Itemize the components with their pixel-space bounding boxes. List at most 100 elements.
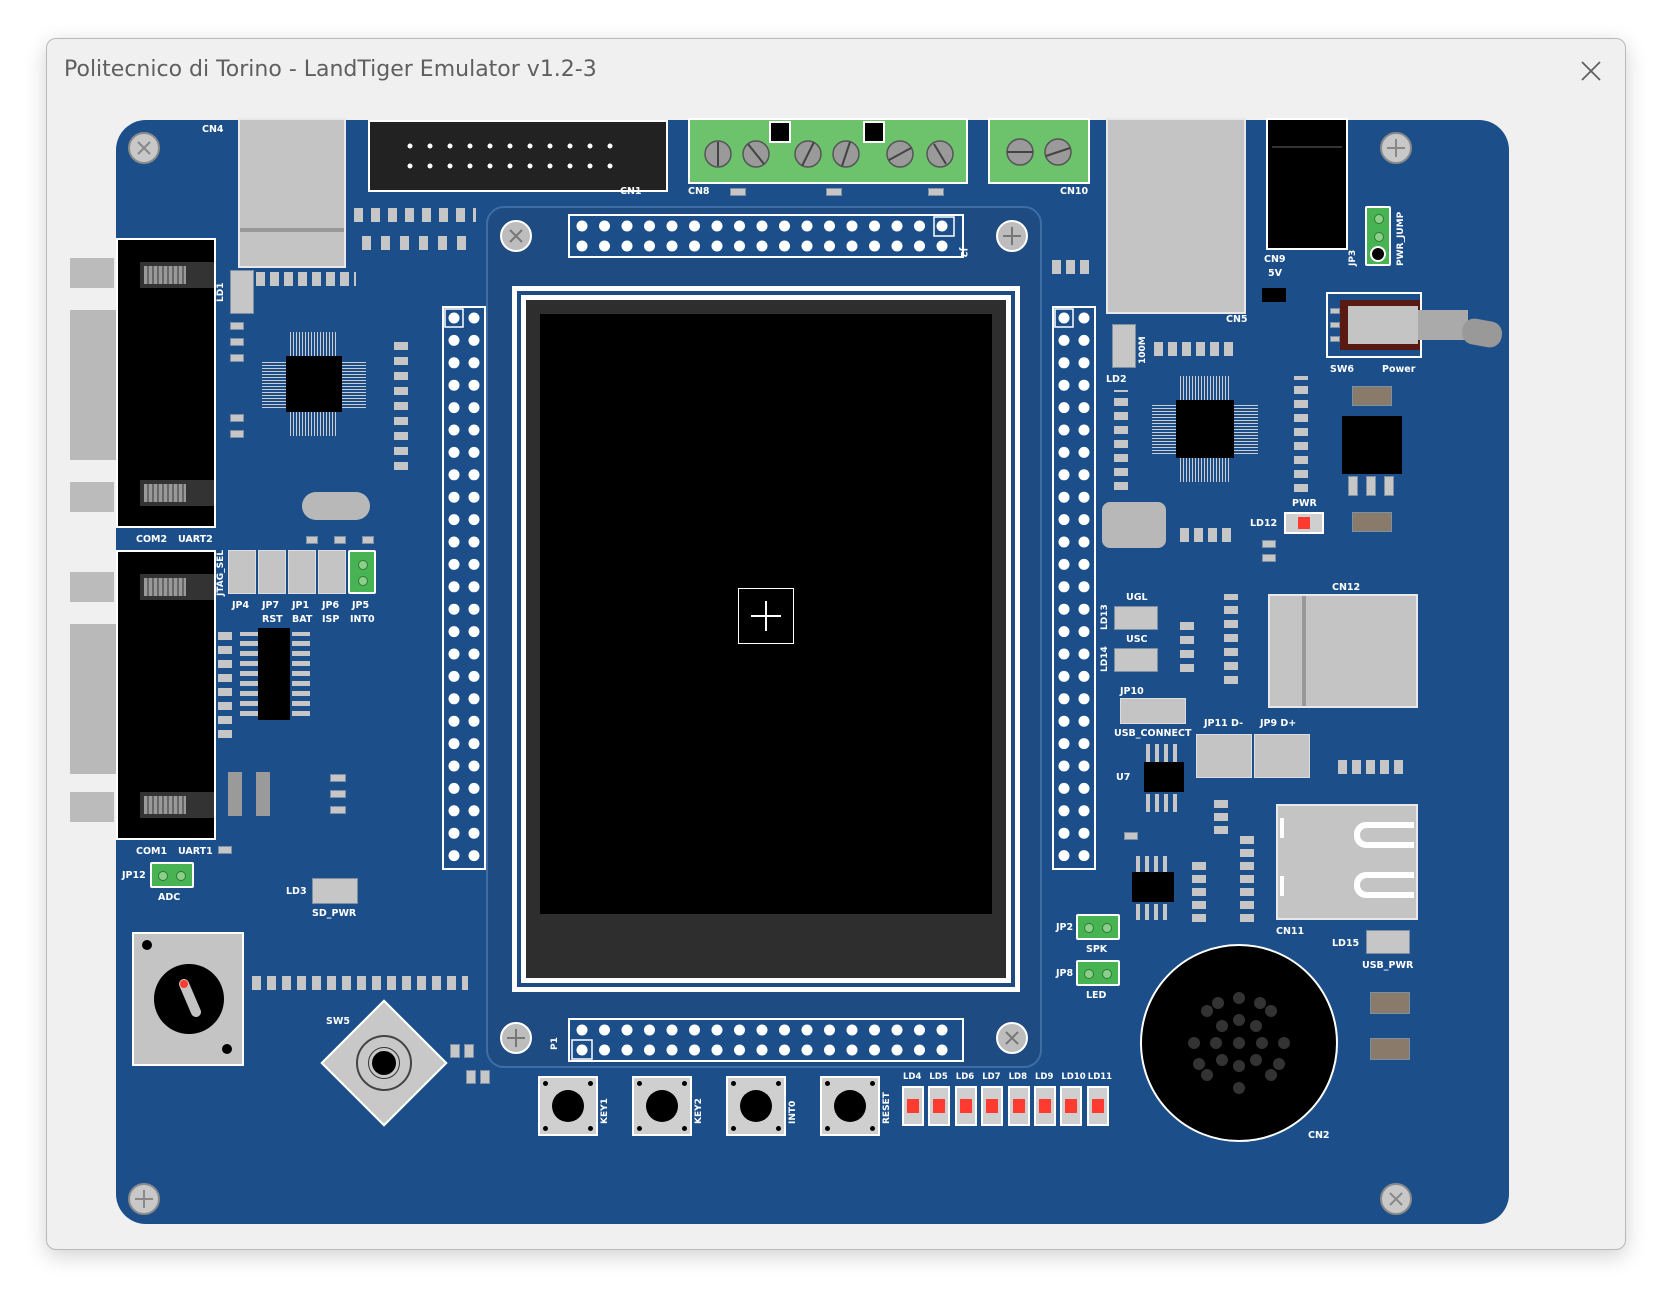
component xyxy=(256,772,270,816)
cn1-jtag-header xyxy=(368,120,668,192)
speaker-grille-icon xyxy=(1188,992,1290,1094)
cn11-usb-connector xyxy=(1276,804,1418,920)
spk-label: SPK xyxy=(1086,944,1108,955)
resistor-column xyxy=(1214,798,1228,834)
jp7-label: JP7 xyxy=(262,600,280,611)
capacitor xyxy=(1370,1038,1410,1060)
key2-button[interactable] xyxy=(632,1076,692,1136)
cn9-connector xyxy=(1266,118,1348,250)
sd-pwr-label: SD_PWR xyxy=(312,908,357,919)
power-switch-lever[interactable] xyxy=(1418,310,1468,340)
close-button[interactable] xyxy=(1571,51,1611,91)
ld15-label: LD15 xyxy=(1332,938,1360,949)
cn10-terminal-block xyxy=(988,118,1090,184)
led-ld6 xyxy=(954,1086,977,1126)
resistor-row xyxy=(362,236,468,250)
reset-button[interactable] xyxy=(820,1076,880,1136)
key1-button[interactable] xyxy=(538,1076,598,1136)
header-pins xyxy=(571,1024,948,1060)
pad xyxy=(450,1044,460,1058)
jp5-jumper[interactable] xyxy=(348,550,376,594)
resistor-column xyxy=(1240,832,1254,922)
usb-pwr-label: USB_PWR xyxy=(1362,960,1414,971)
led-label: LD4 xyxy=(903,1072,922,1082)
cn11-label: CN11 xyxy=(1276,926,1305,937)
resistor-row xyxy=(252,976,468,990)
led-label: LD10 xyxy=(1061,1072,1086,1082)
cn8-label: CN8 xyxy=(688,186,710,197)
adc-label: ADC xyxy=(158,892,181,903)
jp12-label: JP12 xyxy=(122,870,146,881)
jp10-label: JP10 xyxy=(1120,686,1144,697)
ld14-led xyxy=(1114,648,1158,672)
resistor-column xyxy=(1180,620,1194,672)
ic-chip xyxy=(1152,376,1258,482)
pad xyxy=(230,354,244,362)
jp7-jumper[interactable] xyxy=(258,550,286,594)
db9-shell xyxy=(70,624,120,774)
pad xyxy=(464,1044,474,1058)
window-title: Politecnico di Torino - LandTiger Emulat… xyxy=(64,57,597,82)
led-ld10 xyxy=(1060,1086,1083,1126)
resistor-row xyxy=(354,208,476,222)
lcd-screen[interactable] xyxy=(540,314,992,914)
power-switch-knob[interactable] xyxy=(1460,316,1504,350)
jp10-jumper[interactable] xyxy=(1120,698,1186,724)
terminal-screws xyxy=(1006,138,1072,166)
ld13-label: LD13 xyxy=(1100,604,1110,630)
jp1-jumper[interactable] xyxy=(288,550,316,594)
screw-icon xyxy=(500,1022,532,1054)
db9-screw-tab xyxy=(70,258,114,288)
adc-potentiometer[interactable] xyxy=(132,932,244,1066)
pad xyxy=(330,806,346,814)
voltage-regulator xyxy=(1342,416,1402,474)
led-label: LED xyxy=(1086,990,1107,1001)
pad xyxy=(230,430,244,438)
cn5-label: CN5 xyxy=(1226,314,1248,325)
db9-screw-tab xyxy=(70,792,114,822)
led-label: LD11 xyxy=(1087,1072,1113,1082)
screw-icon xyxy=(128,132,160,164)
right-expansion-header xyxy=(1052,306,1096,870)
crosshair-cursor-icon xyxy=(738,588,794,644)
led-ld9 xyxy=(1034,1086,1056,1126)
power-label: Power xyxy=(1382,364,1416,375)
jp6-jumper[interactable] xyxy=(318,550,346,594)
db9-screw-tab xyxy=(70,572,114,602)
ld14-label: LD14 xyxy=(1100,646,1110,672)
jp2-jumper[interactable] xyxy=(1076,914,1120,940)
sw6-label: SW6 xyxy=(1330,364,1354,375)
component xyxy=(1262,288,1286,302)
left-expansion-header xyxy=(442,306,486,870)
potentiometer-knob-icon xyxy=(179,979,201,1017)
cn12-label: CN12 xyxy=(1332,582,1361,593)
pad xyxy=(480,1070,490,1084)
jp8-jumper[interactable] xyxy=(1076,960,1120,986)
jp1-label: JP1 xyxy=(292,600,310,611)
resistor-column xyxy=(1114,390,1128,490)
capacitor xyxy=(1352,386,1392,406)
resistor-column xyxy=(1224,594,1238,684)
jp9-jumper[interactable] xyxy=(1254,734,1310,778)
jp3-jumper[interactable] xyxy=(1365,206,1391,266)
uart2-label: UART2 xyxy=(178,534,213,545)
pad xyxy=(230,414,244,422)
cn4-connector xyxy=(238,118,346,268)
led-ld5 xyxy=(928,1086,951,1126)
sw6-power-switch[interactable] xyxy=(1326,292,1422,358)
ld2-led xyxy=(1112,324,1136,368)
com1-connector xyxy=(116,550,216,840)
jp12-jumper[interactable] xyxy=(150,862,194,888)
pad xyxy=(1384,476,1394,496)
joystick-ring[interactable] xyxy=(356,1035,412,1091)
jp4-jumper[interactable] xyxy=(228,550,256,594)
landtiger-board: CN4 CN1 CN8 CN10 CN5 CN9 5V JP3 PWR_JUMP… xyxy=(70,118,1509,1224)
ld15-led xyxy=(1366,930,1410,954)
int0-button[interactable] xyxy=(726,1076,786,1136)
jp11-jumper[interactable] xyxy=(1196,734,1252,778)
lcd-bezel xyxy=(526,300,1006,978)
reset-label: RESET xyxy=(882,1092,892,1124)
jp11-label: JP11 D- xyxy=(1204,718,1244,729)
resistor-column xyxy=(218,630,232,738)
ld2-label: LD2 xyxy=(1106,374,1127,385)
